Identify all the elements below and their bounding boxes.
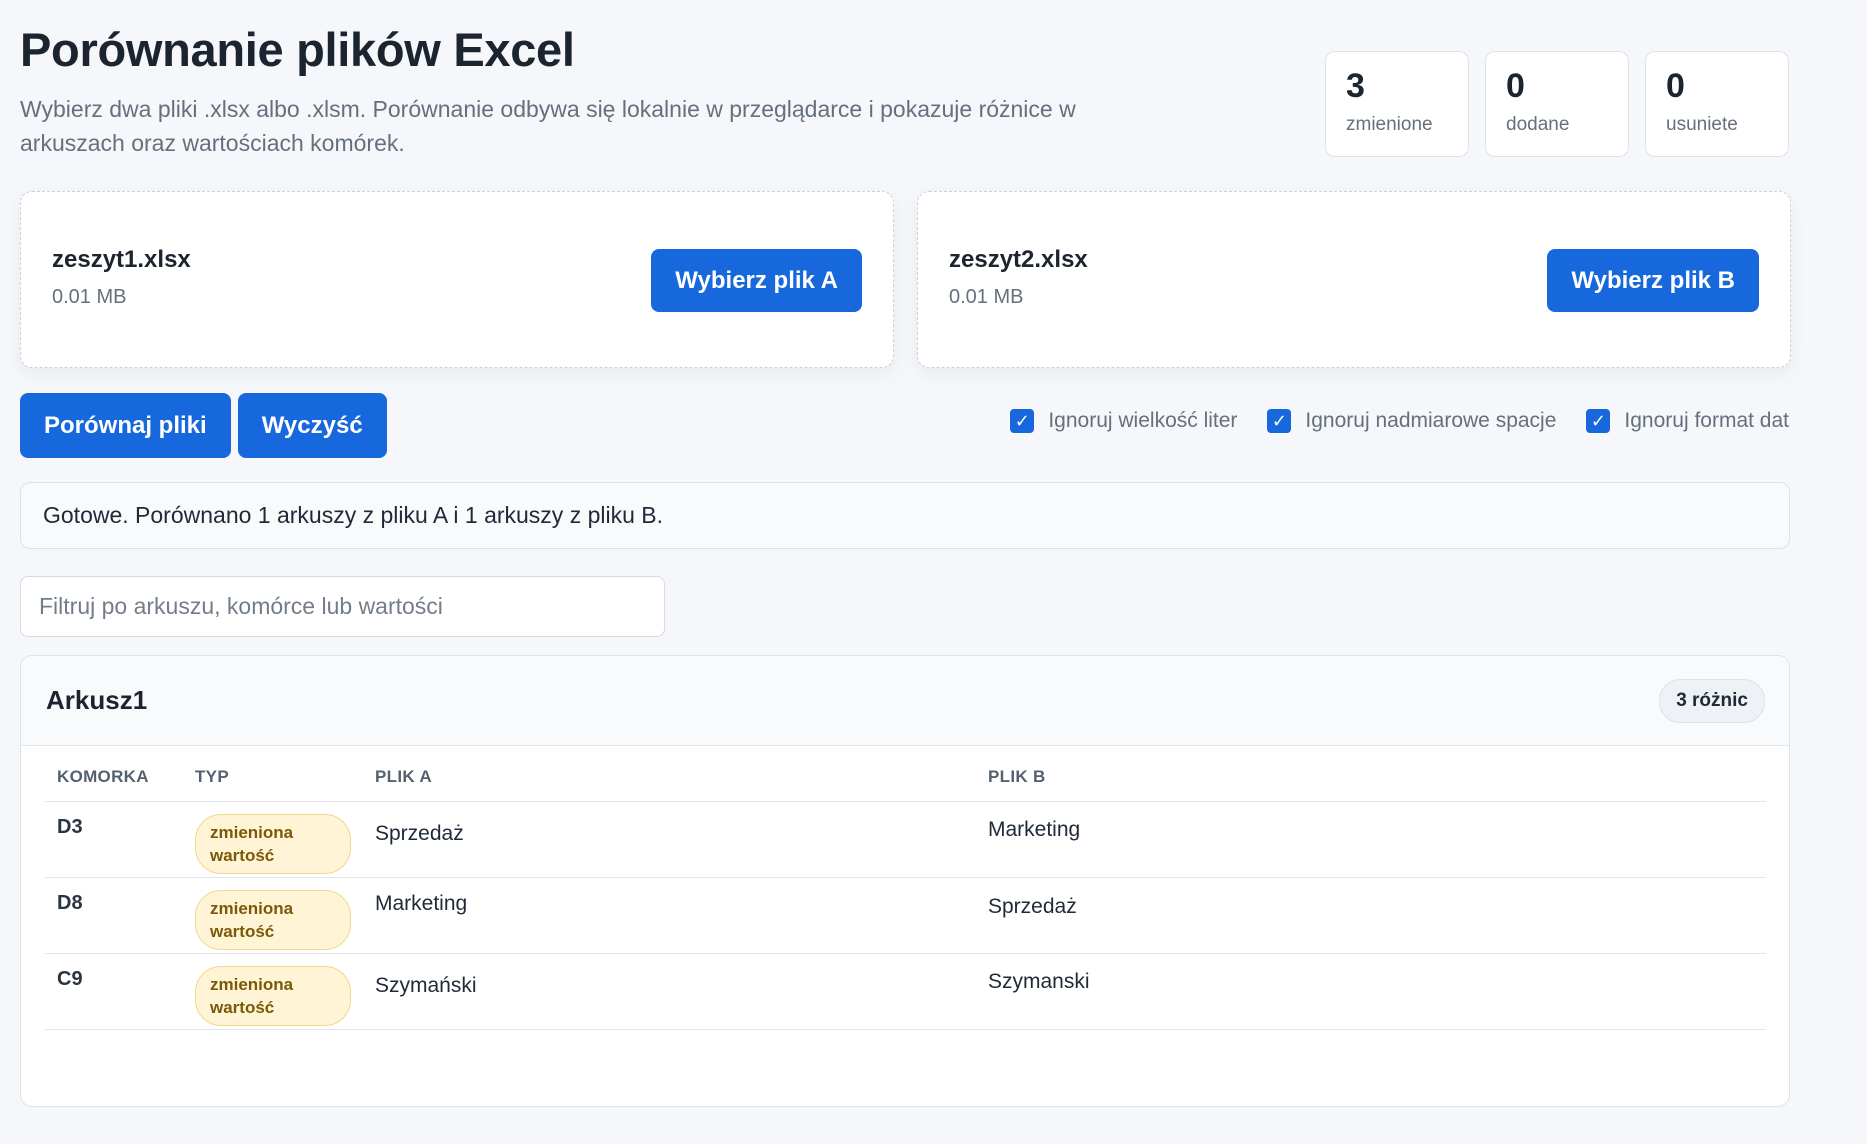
- stat-changed-label: zmienione: [1346, 114, 1433, 135]
- table-row: C9 zmieniona wartość Szymański Szymanski: [45, 953, 1766, 1030]
- column-header-file-b: PLIK B: [976, 767, 1766, 802]
- checkbox-ignore-spaces[interactable]: ✓: [1267, 409, 1292, 433]
- choose-file-a-button[interactable]: Wybierz plik A: [651, 249, 862, 312]
- status-message: Gotowe. Porównano 1 arkuszy z pliku A i …: [20, 482, 1790, 549]
- change-type-badge: zmieniona wartość: [195, 966, 351, 1026]
- file-b-size: 0.01 MB: [949, 286, 1024, 308]
- row-value-a: Marketing: [363, 877, 976, 954]
- checkbox-ignore-dates[interactable]: ✓: [1586, 409, 1611, 433]
- sheet-panel: Arkusz1 3 różnic KOMORKA TYP PLIK A PLIK…: [20, 655, 1790, 1107]
- row-value-b: Sprzedaż: [976, 877, 1766, 954]
- action-bar: Porównaj pliki Wyczyść: [20, 393, 387, 458]
- file-b-name: zeszyt2.xlsx: [949, 246, 1088, 273]
- stat-added-value: 0: [1506, 67, 1525, 105]
- choose-file-b-button[interactable]: Wybierz plik B: [1547, 249, 1759, 312]
- sheet-header: Arkusz1 3 różnic: [21, 656, 1789, 746]
- stat-changed: 3 zmienione: [1325, 51, 1469, 157]
- clear-button[interactable]: Wyczyść: [237, 393, 387, 458]
- row-cell-ref: D3: [45, 801, 183, 878]
- checkmark-icon: ✓: [1014, 411, 1030, 431]
- sheet-title: Arkusz1: [46, 685, 148, 715]
- row-type: zmieniona wartość: [183, 801, 363, 878]
- file-card-b: zeszyt2.xlsx 0.01 MB Wybierz plik B: [917, 191, 1791, 368]
- option-ignore-case-label: Ignoruj wielkość liter: [1048, 409, 1238, 432]
- compare-button[interactable]: Porównaj pliki: [20, 393, 231, 458]
- diff-table: KOMORKA TYP PLIK A PLIK B D3 zmieniona w…: [45, 767, 1766, 1030]
- page: Porównanie plików Excel Wybierz dwa plik…: [0, 0, 1867, 1144]
- stat-removed-value: 0: [1666, 67, 1685, 105]
- option-ignore-dates-label: Ignoruj format dat: [1624, 409, 1789, 432]
- row-value-b: Marketing: [976, 801, 1766, 878]
- option-ignore-case[interactable]: ✓ Ignoruj wielkość liter: [1010, 409, 1237, 433]
- page-subtitle: Wybierz dwa pliki .xlsx albo .xlsm. Poró…: [20, 96, 1076, 156]
- row-value-b: Szymanski: [976, 953, 1766, 1030]
- checkmark-icon: ✓: [1590, 411, 1606, 431]
- table-row: D3 zmieniona wartość Sprzedaż Marketing: [45, 801, 1766, 878]
- row-type: zmieniona wartość: [183, 877, 363, 954]
- file-a-name: zeszyt1.xlsx: [52, 246, 191, 273]
- table-row: D8 zmieniona wartość Marketing Sprzedaż: [45, 877, 1766, 954]
- option-ignore-spaces-label: Ignoruj nadmiarowe spacje: [1305, 409, 1557, 432]
- file-card-a: zeszyt1.xlsx 0.01 MB Wybierz plik A: [20, 191, 894, 368]
- filter-input[interactable]: [20, 576, 665, 637]
- row-cell-ref: D8: [45, 877, 183, 954]
- stat-added-label: dodane: [1506, 114, 1570, 135]
- option-ignore-dates[interactable]: ✓ Ignoruj format dat: [1586, 409, 1789, 433]
- change-type-badge: zmieniona wartość: [195, 814, 351, 874]
- stat-changed-value: 3: [1346, 67, 1365, 105]
- checkbox-ignore-case[interactable]: ✓: [1010, 409, 1035, 433]
- file-a-size: 0.01 MB: [52, 286, 127, 308]
- column-header-file-a: PLIK A: [363, 767, 976, 802]
- page-title: Porównanie plików Excel: [20, 23, 575, 76]
- checkmark-icon: ✓: [1271, 411, 1287, 431]
- stat-removed: 0 usuniete: [1645, 51, 1789, 157]
- diff-count-badge: 3 różnic: [1659, 679, 1765, 723]
- column-header-type: TYP: [183, 767, 363, 802]
- stat-added: 0 dodane: [1485, 51, 1629, 157]
- table-header-row: KOMORKA TYP PLIK A PLIK B: [45, 767, 1766, 802]
- stats-summary: 3 zmienione 0 dodane 0 usuniete: [1325, 51, 1789, 157]
- row-value-a: Sprzedaż: [363, 801, 976, 878]
- change-type-badge: zmieniona wartość: [195, 890, 351, 950]
- row-cell-ref: C9: [45, 953, 183, 1030]
- stat-removed-label: usuniete: [1666, 114, 1738, 135]
- compare-options: ✓ Ignoruj wielkość liter ✓ Ignoruj nadmi…: [1010, 409, 1789, 433]
- column-header-cell: KOMORKA: [45, 767, 183, 802]
- row-value-a: Szymański: [363, 953, 976, 1030]
- option-ignore-spaces[interactable]: ✓ Ignoruj nadmiarowe spacje: [1267, 409, 1556, 433]
- row-type: zmieniona wartość: [183, 953, 363, 1030]
